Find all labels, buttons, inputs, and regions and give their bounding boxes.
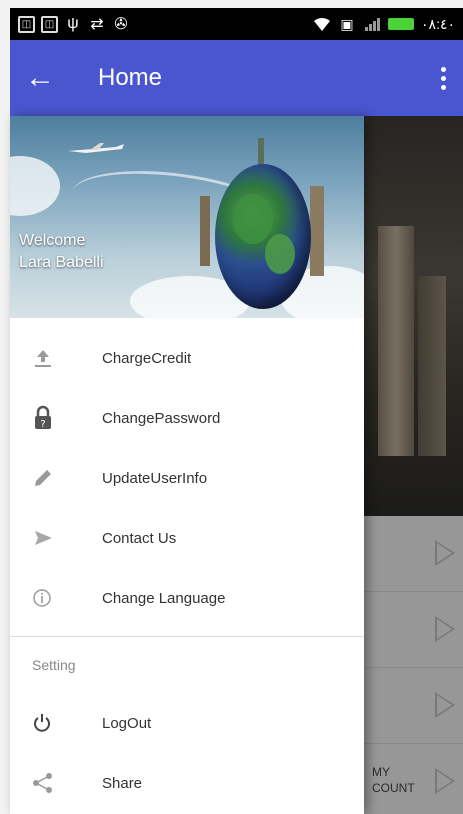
arrow-left-icon[interactable]: ← [10, 63, 70, 93]
more-vertical-icon[interactable] [423, 66, 463, 90]
drawer-item-logout[interactable]: LogOut [10, 693, 364, 753]
battery-icon [388, 18, 415, 30]
wifi-icon [313, 15, 331, 33]
landmark-decoration [200, 196, 210, 266]
drawer-item-update-user-info[interactable]: UpdateUserInfo [10, 448, 364, 508]
drawer-item-change-language[interactable]: Change Language [10, 568, 364, 628]
section-header-setting: Setting [32, 657, 76, 673]
notification-icon: ◫ [41, 15, 58, 33]
user-name: Lara Babelli [19, 254, 104, 271]
landmark-decoration [310, 186, 324, 276]
pencil-icon [32, 464, 80, 492]
navigation-drawer: Welcome Lara Babelli ChargeCredit ? Chan… [10, 116, 364, 814]
share-icon [32, 769, 80, 797]
usb-icon: ψ [67, 15, 79, 32]
drawer-item-label: ChangePassword [102, 409, 221, 427]
drawer-item-label: ChargeCredit [102, 349, 192, 367]
drawer-item-charge-credit[interactable]: ChargeCredit [10, 328, 364, 388]
status-time: ٠٨:٤٠ [421, 15, 455, 32]
globe-image [215, 164, 311, 309]
drawer-item-change-password[interactable]: ? ChangePassword [10, 388, 364, 448]
power-icon [32, 709, 80, 737]
info-icon [32, 584, 80, 612]
airplane-icon [68, 143, 124, 153]
app-bar: ← Home [10, 40, 463, 116]
drawer-item-label: Change Language [102, 589, 226, 607]
screen: MY COUNT ◫ ◫ ψ ⇄ ✇ ▣ ٠٨:٤٠ ← Home Welcom… [0, 0, 463, 814]
sim-icon: ▣ [340, 15, 354, 32]
cloud-decoration [10, 156, 60, 216]
drawer-menu: ChargeCredit ? ChangePassword UpdateUser… [10, 318, 364, 813]
notification-icon: ◫ [18, 15, 35, 33]
welcome-text: Welcome Lara Babelli [19, 230, 104, 274]
status-bar: ◫ ◫ ψ ⇄ ✇ ▣ ٠٨:٤٠ [10, 8, 463, 40]
send-icon [32, 524, 80, 552]
upload-icon [32, 344, 80, 372]
drawer-header: Welcome Lara Babelli [10, 116, 364, 318]
drawer-item-label: LogOut [102, 714, 152, 732]
lock-icon: ? [32, 404, 80, 432]
welcome-label: Welcome [19, 232, 86, 249]
app-icon: ✇ [114, 16, 128, 33]
sync-icon: ⇄ [90, 16, 104, 33]
drawer-item-label: Contact Us [102, 529, 177, 547]
page-title: Home [98, 64, 163, 91]
drawer-item-label: Share [102, 774, 143, 792]
svg-text:?: ? [40, 419, 45, 430]
drawer-item-share[interactable]: Share [10, 753, 364, 813]
drawer-item-contact-us[interactable]: Contact Us [10, 508, 364, 568]
drawer-item-label: UpdateUserInfo [102, 469, 208, 487]
signal-icon [363, 15, 381, 33]
